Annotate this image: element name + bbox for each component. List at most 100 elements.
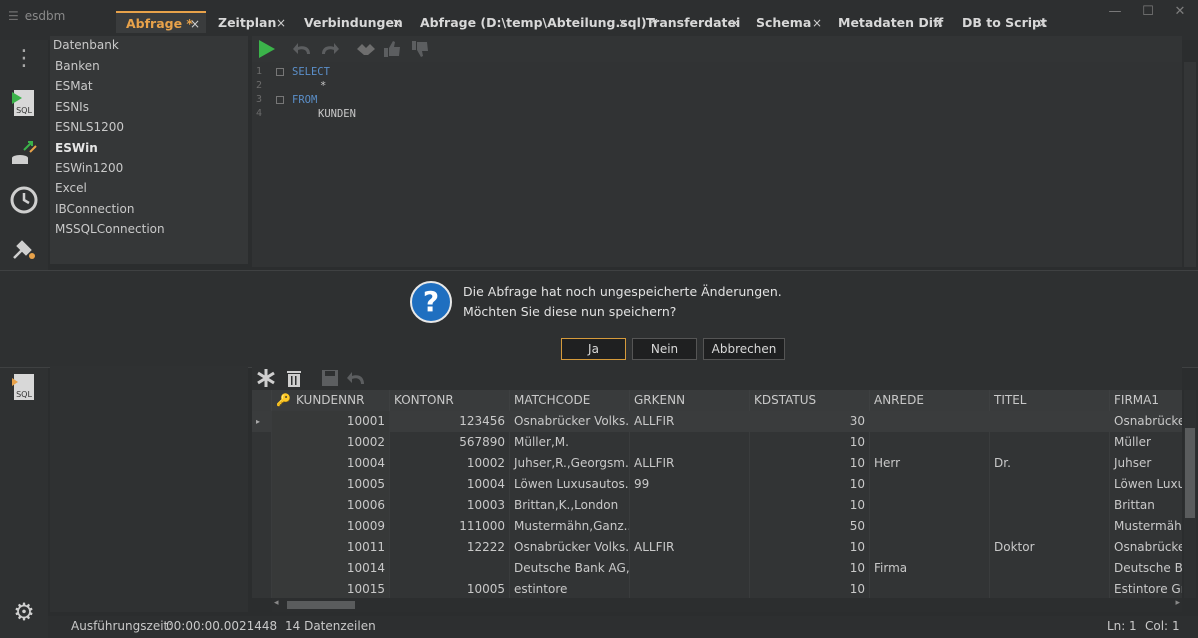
table-cell[interactable]: 567890 — [390, 432, 510, 453]
database-item[interactable]: ESWin — [55, 141, 98, 155]
minimize-button[interactable]: — — [1105, 4, 1125, 22]
database-item[interactable]: ESNIs — [55, 100, 89, 114]
table-cell[interactable] — [630, 495, 750, 516]
table-cell[interactable] — [390, 558, 510, 579]
table-cell[interactable]: 10 — [750, 432, 870, 453]
revert-icon[interactable] — [346, 369, 368, 387]
grid-horizontal-scroll-thumb[interactable] — [287, 601, 355, 609]
table-cell[interactable] — [630, 579, 750, 598]
column-header[interactable]: KONTONR — [390, 390, 510, 411]
tab-close-icon[interactable]: × — [934, 12, 944, 34]
table-cell[interactable]: 10006 — [272, 495, 390, 516]
column-header[interactable]: TITEL — [990, 390, 1110, 411]
table-cell[interactable]: Osnabrücker Volks... — [510, 537, 630, 558]
tab-close-icon[interactable]: × — [812, 12, 822, 34]
table-cell[interactable] — [870, 579, 990, 598]
table-cell[interactable] — [630, 516, 750, 537]
table-cell[interactable]: 10009 — [272, 516, 390, 537]
fold-toggle-icon[interactable] — [276, 96, 284, 104]
table-row[interactable]: 10009 111000 Mustermähn,Ganz... 50 Mustermäh… — [252, 516, 1182, 537]
column-header[interactable]: 🔑 KUNDENNR — [272, 390, 390, 411]
row-indicator[interactable] — [252, 474, 272, 495]
table-cell[interactable] — [630, 558, 750, 579]
table-cell[interactable]: 99 — [630, 474, 750, 495]
table-cell[interactable]: Estintore Gn — [1110, 579, 1182, 598]
tab-3[interactable]: Abfrage (D:\temp\Abteilung.sql) * × — [410, 12, 658, 34]
database-item[interactable]: ESNLS1200 — [55, 120, 124, 134]
table-cell[interactable]: estintore — [510, 579, 630, 598]
column-header[interactable]: MATCHCODE — [510, 390, 630, 411]
row-indicator[interactable]: ▸ — [252, 411, 272, 432]
tab-0[interactable]: Abfrage * × — [116, 11, 206, 33]
table-cell[interactable]: 10002 — [272, 432, 390, 453]
tab-close-icon[interactable]: × — [276, 12, 286, 34]
tab-7[interactable]: DB to Script × — [952, 12, 1054, 34]
redo-icon[interactable] — [318, 41, 340, 57]
table-cell[interactable]: Dr. — [990, 453, 1110, 474]
tab-6[interactable]: Metadaten Diff × — [828, 12, 950, 34]
table-cell[interactable]: 10004 — [390, 474, 510, 495]
maximize-button[interactable]: ☐ — [1138, 4, 1158, 22]
table-cell[interactable]: Juhser,R.,Georgsm... — [510, 453, 630, 474]
table-cell[interactable]: ALLFIR — [630, 411, 750, 432]
editor-vertical-scrollbar[interactable] — [1184, 62, 1196, 267]
column-header[interactable]: KDSTATUS — [750, 390, 870, 411]
table-cell[interactable] — [630, 432, 750, 453]
more-menu-icon[interactable]: ⋮ — [8, 44, 40, 76]
table-cell[interactable]: Osnabrücker Volks... — [510, 411, 630, 432]
table-cell[interactable] — [990, 579, 1110, 598]
scroll-right-icon[interactable]: ▸ — [1175, 598, 1180, 608]
table-cell[interactable]: 10 — [750, 537, 870, 558]
table-cell[interactable] — [990, 516, 1110, 537]
table-cell[interactable] — [990, 411, 1110, 432]
grid-vertical-scroll-thumb[interactable] — [1185, 428, 1195, 518]
table-cell[interactable] — [870, 411, 990, 432]
table-cell[interactable]: Brittan — [1110, 495, 1182, 516]
table-cell[interactable]: Herr — [870, 453, 990, 474]
sql-query-icon[interactable]: SQL — [8, 88, 40, 120]
table-cell[interactable]: Brittan,K.,London — [510, 495, 630, 516]
table-cell[interactable] — [870, 495, 990, 516]
table-cell[interactable]: 10 — [750, 453, 870, 474]
tab-close-icon[interactable]: × — [392, 12, 402, 34]
table-row[interactable]: 10011 12222 Osnabrücker Volks... ALLFIR 10 Do… — [252, 537, 1182, 558]
table-cell[interactable] — [990, 432, 1110, 453]
database-item[interactable]: IBConnection — [55, 202, 134, 216]
column-header[interactable]: GRKENN — [630, 390, 750, 411]
row-indicator[interactable] — [252, 579, 272, 598]
table-cell[interactable]: Mustermähn,Ganz... — [510, 516, 630, 537]
table-cell[interactable]: Müller — [1110, 432, 1182, 453]
table-cell[interactable]: 111000 — [390, 516, 510, 537]
app-menu-icon[interactable]: ☰ — [8, 9, 19, 23]
table-cell[interactable]: Doktor — [990, 537, 1110, 558]
table-cell[interactable]: 10003 — [390, 495, 510, 516]
schedule-clock-icon[interactable] — [8, 184, 40, 216]
table-cell[interactable]: 30 — [750, 411, 870, 432]
row-indicator[interactable] — [252, 432, 272, 453]
table-cell[interactable] — [870, 516, 990, 537]
database-item[interactable]: MSSQLConnection — [55, 222, 165, 236]
settings-gear-icon[interactable]: ⚙ — [8, 596, 40, 628]
tab-close-icon[interactable]: × — [730, 12, 740, 34]
table-cell[interactable]: Osnabrücke — [1110, 411, 1182, 432]
table-cell[interactable] — [990, 558, 1110, 579]
thumbs-up-icon[interactable] — [381, 39, 403, 59]
yes-button[interactable]: Ja — [561, 338, 626, 360]
table-cell[interactable]: ALLFIR — [630, 453, 750, 474]
table-cell[interactable]: 10005 — [390, 579, 510, 598]
table-cell[interactable]: Mustermähn — [1110, 516, 1182, 537]
table-cell[interactable]: 12222 — [390, 537, 510, 558]
tab-5[interactable]: Schema × — [746, 12, 828, 34]
undo-icon[interactable] — [292, 41, 314, 57]
run-icon[interactable] — [256, 39, 276, 59]
table-cell[interactable]: 10 — [750, 558, 870, 579]
tab-2[interactable]: Verbindungen × — [294, 12, 408, 34]
table-cell[interactable]: 10001 — [272, 411, 390, 432]
tab-close-icon[interactable]: × — [1038, 12, 1048, 34]
cancel-button[interactable]: Abbrechen — [703, 338, 785, 360]
table-row[interactable]: 10002 567890 Müller,M. 10 Müller — [252, 432, 1182, 453]
table-row[interactable]: 10015 10005 estintore 10 Estintore Gn — [252, 579, 1182, 598]
row-indicator[interactable] — [252, 516, 272, 537]
database-item[interactable]: Banken — [55, 59, 100, 73]
column-header[interactable]: ANREDE — [870, 390, 990, 411]
